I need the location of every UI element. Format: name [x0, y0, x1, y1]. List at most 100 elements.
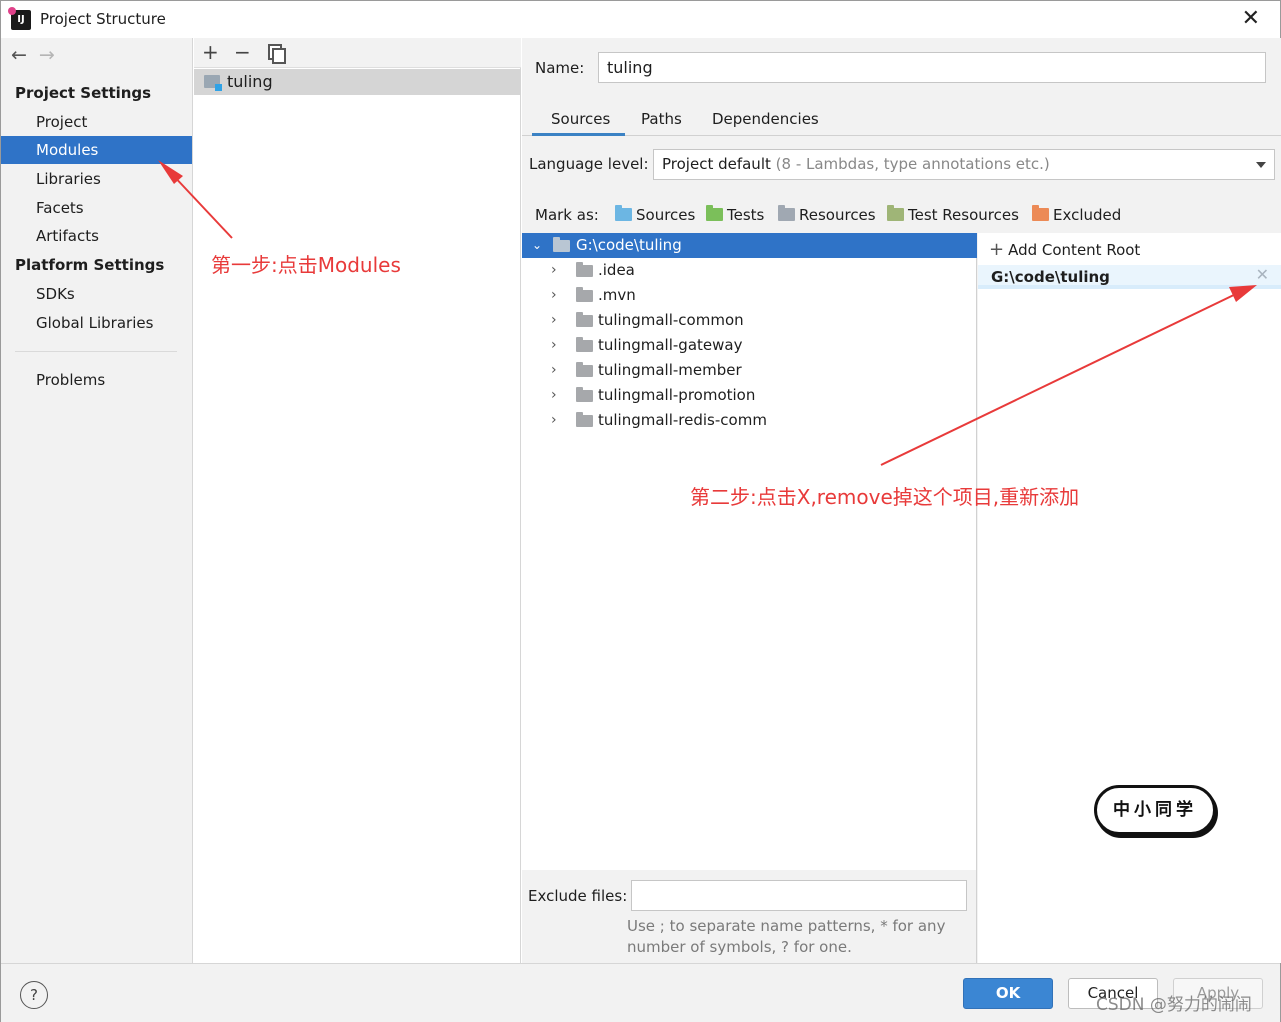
name-label: Name:	[535, 59, 585, 77]
tree-row-label: tulingmall-promotion	[598, 386, 756, 404]
dialog-footer: ? OK Cancel Apply	[1, 963, 1280, 1022]
sidebar-item-global-libraries[interactable]: Global Libraries	[1, 309, 192, 337]
chevron-down-icon[interactable]: ⌄	[530, 233, 544, 258]
project-structure-dialog: IJ Project Structure ✕ ← → Project Settin…	[0, 0, 1281, 1022]
folder-icon	[576, 337, 593, 352]
test-resources-folder-icon	[887, 205, 904, 221]
ok-button[interactable]: OK	[963, 978, 1053, 1009]
close-icon[interactable]: ✕	[1242, 6, 1260, 31]
chevron-right-icon[interactable]: ›	[551, 258, 557, 283]
sources-folder-icon	[615, 205, 632, 221]
tree-row[interactable]: › .mvn	[522, 283, 977, 308]
back-arrow-icon[interactable]: ←	[11, 44, 27, 66]
mark-sources-button[interactable]: Sources	[615, 205, 695, 224]
tree-row[interactable]: › .idea	[522, 258, 977, 283]
step1-annotation: 第一步:点击Modules	[211, 253, 401, 277]
chevron-right-icon[interactable]: ›	[551, 383, 557, 408]
add-content-root-button[interactable]: + Add Content Root	[989, 239, 1140, 260]
mark-resources-button[interactable]: Resources	[778, 205, 876, 224]
content-roots-panel: + Add Content Root G:\code\tuling ✕	[978, 233, 1281, 963]
tree-row-label: tulingmall-member	[598, 361, 742, 379]
resources-folder-icon	[778, 205, 795, 221]
window-title: Project Structure	[40, 10, 166, 28]
sidebar-item-problems[interactable]: Problems	[1, 366, 192, 394]
content-root-tree: ⌄ G:\code\tuling › .idea › .mvn › tuling…	[522, 233, 977, 870]
tree-root-label: G:\code\tuling	[576, 236, 682, 254]
step2-annotation: 第二步:点击X,remove掉这个项目,重新添加	[690, 485, 1080, 509]
sidebar-item-modules[interactable]: Modules	[1, 136, 192, 164]
help-button[interactable]: ?	[20, 981, 48, 1009]
mark-excluded-button[interactable]: Excluded	[1032, 205, 1121, 224]
folder-icon	[553, 237, 570, 252]
sidebar-item-sdks[interactable]: SDKs	[1, 280, 192, 308]
chevron-right-icon[interactable]: ›	[551, 333, 557, 358]
chevron-right-icon[interactable]: ›	[551, 358, 557, 383]
module-name: tuling	[227, 72, 273, 91]
settings-sidebar: ← → Project Settings Project Modules Libr…	[1, 38, 193, 963]
sidebar-item-project[interactable]: Project	[1, 108, 192, 136]
mark-test-resources-button[interactable]: Test Resources	[887, 205, 1019, 224]
excluded-folder-icon	[1032, 205, 1049, 221]
folder-icon	[576, 362, 593, 377]
tree-row[interactable]: › tulingmall-common	[522, 308, 977, 333]
folder-icon	[576, 387, 593, 402]
sidebar-item-facets[interactable]: Facets	[1, 194, 192, 222]
chevron-right-icon[interactable]: ›	[551, 283, 557, 308]
project-settings-heading: Project Settings	[15, 84, 152, 102]
sidebar-item-libraries[interactable]: Libraries	[1, 165, 192, 193]
tree-root-row[interactable]: ⌄ G:\code\tuling	[522, 233, 977, 258]
chevron-right-icon[interactable]: ›	[551, 408, 557, 433]
folder-icon	[576, 287, 593, 302]
exclude-files-hint: Use ; to separate name patterns, * for a…	[627, 917, 946, 956]
tree-row[interactable]: › tulingmall-gateway	[522, 333, 977, 358]
intellij-app-icon: IJ	[8, 7, 31, 30]
module-icon	[204, 75, 222, 91]
mark-tests-button[interactable]: Tests	[706, 205, 764, 224]
language-level-label: Language level:	[529, 155, 649, 173]
tree-row-label: tulingmall-redis-comm	[598, 411, 767, 429]
add-module-icon[interactable]: +	[202, 40, 219, 64]
tab-sources[interactable]: Sources	[551, 110, 610, 128]
modules-toolbar: + −	[194, 38, 521, 68]
module-row[interactable]: tuling	[194, 69, 521, 95]
module-name-input[interactable]: tuling	[598, 52, 1266, 83]
tests-folder-icon	[706, 205, 723, 221]
language-level-select[interactable]: Project default (8 - Lambdas, type annot…	[653, 149, 1275, 180]
chevron-right-icon[interactable]: ›	[551, 308, 557, 333]
modules-list-panel: + − tuling	[194, 38, 521, 963]
tab-paths[interactable]: Paths	[641, 110, 682, 128]
copy-module-icon[interactable]	[268, 44, 286, 64]
content-root-entry[interactable]: G:\code\tuling ✕	[978, 265, 1281, 289]
remove-content-root-icon[interactable]: ✕	[1256, 265, 1269, 284]
folder-icon	[576, 412, 593, 427]
tree-row-label: .idea	[598, 261, 635, 279]
tree-row[interactable]: › tulingmall-promotion	[522, 383, 977, 408]
tree-row-label: .mvn	[598, 286, 636, 304]
exclude-files-area: Exclude files: Use ; to separate name pa…	[522, 870, 977, 963]
folder-icon	[576, 312, 593, 327]
remove-module-icon[interactable]: −	[234, 40, 251, 64]
folder-icon	[576, 262, 593, 277]
exclude-files-input[interactable]	[631, 880, 967, 911]
plus-icon: +	[989, 239, 1005, 260]
tree-row[interactable]: › tulingmall-member	[522, 358, 977, 383]
stamp-logo: 中小同学	[1094, 785, 1216, 835]
mark-as-label: Mark as:	[535, 206, 599, 224]
platform-settings-heading: Platform Settings	[15, 256, 165, 274]
forward-arrow-icon[interactable]: →	[39, 44, 55, 66]
title-bar: IJ Project Structure ✕	[1, 1, 1280, 38]
exclude-files-label: Exclude files:	[528, 887, 628, 905]
nav-arrows: ← →	[11, 44, 67, 66]
tab-dependencies[interactable]: Dependencies	[712, 110, 819, 128]
sidebar-divider	[15, 351, 177, 352]
language-level-value: Project default	[662, 155, 771, 173]
details-tabs: Sources Paths Dependencies	[522, 104, 1281, 136]
language-level-hint: (8 - Lambdas, type annotations etc.)	[775, 155, 1050, 173]
tree-row-label: tulingmall-common	[598, 311, 744, 329]
active-tab-indicator	[532, 133, 625, 136]
tree-row-label: tulingmall-gateway	[598, 336, 743, 354]
csdn-watermark: CSDN @努力的闹闹	[1096, 995, 1252, 1015]
dropdown-caret-icon	[1256, 162, 1266, 168]
tree-row[interactable]: › tulingmall-redis-comm	[522, 408, 977, 433]
sidebar-item-artifacts[interactable]: Artifacts	[1, 222, 192, 250]
